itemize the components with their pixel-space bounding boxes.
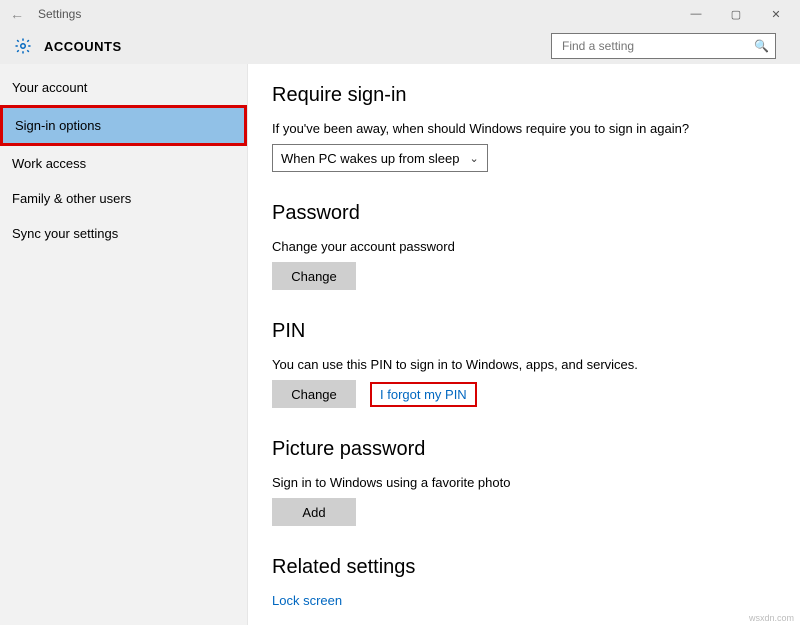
sidebar-item-work-access[interactable]: Work access (0, 146, 247, 181)
window-title: Settings (38, 7, 81, 21)
sidebar-item-label: Work access (12, 156, 86, 171)
close-button[interactable]: ✕ (756, 0, 796, 28)
lock-screen-link[interactable]: Lock screen (272, 593, 342, 608)
sidebar: Your account Sign-in options Work access… (0, 64, 248, 625)
password-heading: Password (272, 202, 800, 225)
titlebar: ← Settings — ▢ ✕ (0, 0, 800, 28)
sidebar-item-your-account[interactable]: Your account (0, 70, 247, 105)
picture-password-add-button[interactable]: Add (272, 498, 356, 526)
require-signin-value: When PC wakes up from sleep (281, 151, 459, 166)
require-signin-select[interactable]: When PC wakes up from sleep ⌄ (272, 144, 488, 172)
sidebar-item-label: Your account (12, 80, 87, 95)
sidebar-item-label: Sync your settings (12, 226, 118, 241)
watermark: wsxdn.com (749, 613, 794, 623)
pin-change-button[interactable]: Change (272, 380, 356, 408)
password-prompt: Change your account password (272, 239, 800, 254)
search-input[interactable] (560, 38, 754, 54)
pin-heading: PIN (272, 320, 800, 343)
picture-password-heading: Picture password (272, 438, 800, 461)
picture-password-prompt: Sign in to Windows using a favorite phot… (272, 475, 800, 490)
sidebar-item-label: Family & other users (12, 191, 131, 206)
search-box[interactable]: 🔍 (551, 33, 776, 59)
header: ACCOUNTS 🔍 (0, 28, 800, 64)
back-icon[interactable]: ← (10, 6, 32, 22)
gear-icon (14, 37, 32, 55)
main-content: Require sign-in If you've been away, whe… (248, 64, 800, 625)
minimize-button[interactable]: — (676, 0, 716, 28)
maximize-button[interactable]: ▢ (716, 0, 756, 28)
page-title: ACCOUNTS (44, 39, 122, 54)
pin-prompt: You can use this PIN to sign in to Windo… (272, 357, 800, 372)
related-settings-heading: Related settings (272, 556, 800, 579)
sidebar-item-label: Sign-in options (15, 118, 101, 133)
require-signin-heading: Require sign-in (272, 84, 800, 107)
chevron-down-icon: ⌄ (469, 152, 478, 165)
search-icon: 🔍 (754, 39, 769, 53)
require-signin-prompt: If you've been away, when should Windows… (272, 121, 800, 136)
sidebar-item-sync-settings[interactable]: Sync your settings (0, 216, 247, 251)
pin-forgot-link[interactable]: I forgot my PIN (370, 382, 477, 407)
password-change-button[interactable]: Change (272, 262, 356, 290)
sidebar-item-family-other-users[interactable]: Family & other users (0, 181, 247, 216)
sidebar-item-sign-in-options[interactable]: Sign-in options (0, 105, 247, 146)
